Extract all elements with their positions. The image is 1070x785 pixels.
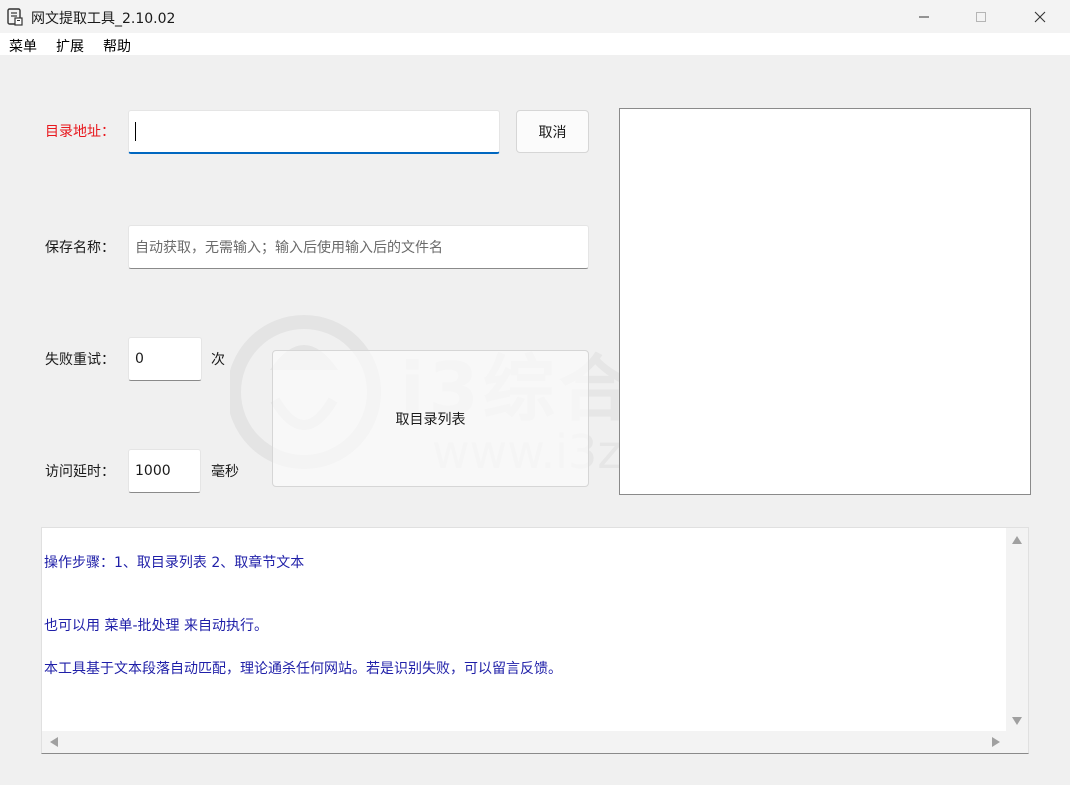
retry-input[interactable]: 0 [128, 337, 202, 381]
log-line: 也可以用 菜单-批处理 来自动执行。 [44, 618, 268, 634]
save-name-input[interactable]: 自动获取，无需输入；输入后使用输入后的文件名 [128, 225, 589, 269]
scroll-up-icon[interactable] [1012, 536, 1022, 544]
minimize-button[interactable] [895, 0, 953, 33]
log-textbox[interactable]: 操作步骤：1、取目录列表 2、取章节文本 也可以用 菜单-批处理 来自动执行。 … [41, 527, 1029, 754]
close-button[interactable] [1011, 0, 1069, 33]
title-bar: 网文提取工具_2.10.02 [0, 0, 1070, 33]
catalog-url-input[interactable] [128, 110, 500, 154]
vertical-scrollbar[interactable] [1006, 528, 1028, 733]
delay-label: 访问延时： [45, 464, 115, 480]
save-name-label: 保存名称： [45, 240, 115, 256]
horizontal-scrollbar[interactable] [42, 731, 1008, 753]
scroll-right-icon[interactable] [992, 737, 1000, 747]
delay-input[interactable]: 1000 [128, 449, 201, 493]
fetch-catalog-button[interactable]: 取目录列表 [272, 350, 589, 487]
menu-item-extend[interactable]: 扩展 [56, 36, 84, 56]
close-icon [1034, 11, 1046, 22]
save-name-placeholder: 自动获取，无需输入；输入后使用输入后的文件名 [135, 240, 443, 256]
window-title: 网文提取工具_2.10.02 [31, 11, 176, 27]
retry-value: 0 [135, 351, 144, 367]
cancel-button[interactable]: 取消 [516, 110, 589, 153]
retry-label: 失败重试： [45, 352, 115, 368]
document-app-icon [7, 8, 23, 26]
menu-bar: 菜单 扩展 帮助 [0, 33, 1070, 55]
scroll-left-icon[interactable] [50, 737, 58, 747]
scroll-down-icon[interactable] [1012, 717, 1022, 725]
menu-item-menu[interactable]: 菜单 [9, 36, 37, 56]
text-caret [135, 122, 136, 141]
maximize-button[interactable] [952, 0, 1010, 33]
delay-unit: 毫秒 [211, 464, 239, 480]
scroll-corner [1006, 731, 1028, 753]
minimize-icon [919, 16, 929, 17]
menu-item-help[interactable]: 帮助 [103, 36, 131, 56]
catalog-list-box[interactable] [619, 108, 1031, 495]
log-line: 操作步骤：1、取目录列表 2、取章节文本 [44, 555, 305, 571]
log-line: 本工具基于文本段落自动匹配，理论通杀任何网站。若是识别失败，可以留言反馈。 [44, 661, 562, 677]
delay-value: 1000 [135, 463, 171, 479]
catalog-url-label: 目录地址： [45, 124, 115, 140]
maximize-icon [976, 11, 986, 22]
retry-unit: 次 [211, 352, 225, 368]
